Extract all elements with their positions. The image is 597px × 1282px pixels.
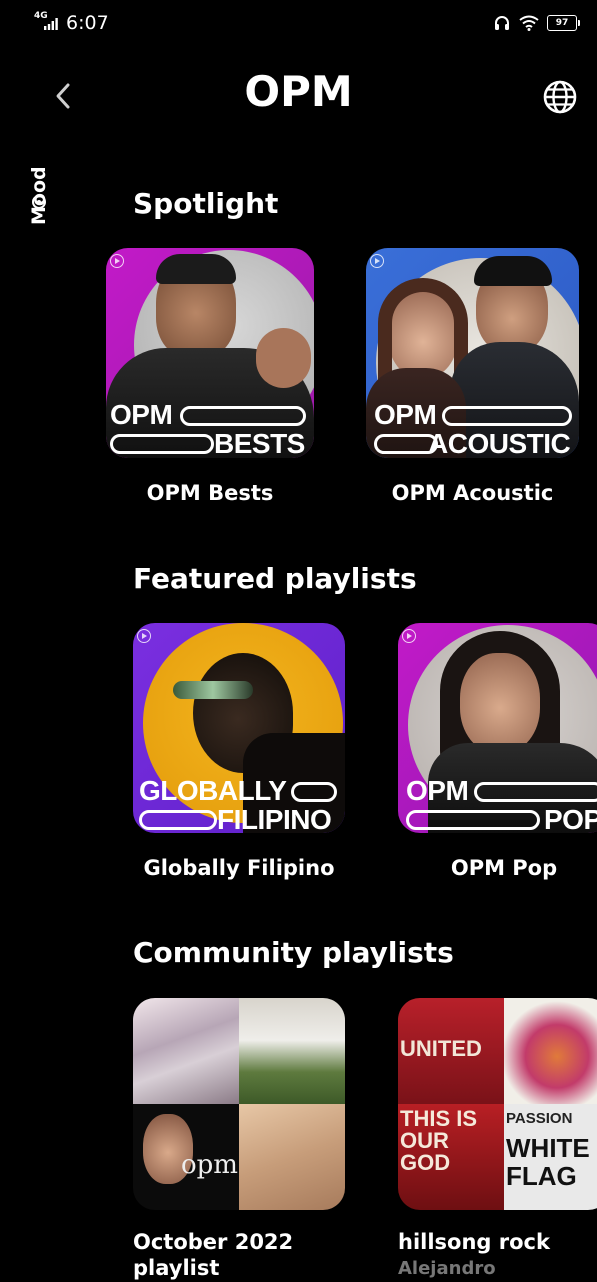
cover-pill: [110, 434, 214, 454]
play-badge-icon: [370, 254, 384, 268]
cover-text: UNITED: [400, 1036, 482, 1061]
headphones-icon: [495, 16, 509, 30]
play-badge-icon: [402, 629, 416, 643]
playlist-cover: OPM ACOUSTIC: [366, 248, 579, 458]
cover-text: OPM: [406, 775, 469, 806]
cover-tile: THIS IS OUR GOD: [398, 1104, 504, 1210]
playlist-cover: UNITED THIS IS OUR GOD PASSION WHITE FLA…: [398, 998, 597, 1210]
cover-pill: [406, 810, 540, 830]
cover-text: POP: [544, 804, 597, 834]
wifi-icon: [519, 15, 539, 31]
playlist-card-globally-filipino[interactable]: GLOBALLY FILIPINO Globally Filipino: [133, 623, 345, 891]
playlist-title: OPM Acoustic: [391, 481, 554, 505]
playlist-card-hillsong-rock[interactable]: UNITED THIS IS OUR GOD PASSION WHITE FLA…: [398, 998, 597, 1280]
cover-pill: [139, 810, 217, 830]
cover-text: THIS IS OUR GOD: [400, 1106, 478, 1175]
playlist-card-opm-pop[interactable]: OPM POP OPM Pop: [398, 623, 597, 891]
playlist-cover: OPM BESTS: [106, 248, 314, 458]
cover-tile: opm: [133, 1104, 239, 1210]
cover-tile: [504, 998, 597, 1104]
person-image: [460, 653, 540, 753]
status-icons: 97: [493, 12, 580, 34]
cover-text: OPM: [110, 399, 173, 430]
cover-tile: [239, 998, 345, 1104]
cover-tile: [239, 1104, 345, 1210]
globe-icon: [543, 80, 577, 114]
play-badge-icon: [137, 629, 151, 643]
language-button[interactable]: [540, 78, 580, 116]
playlist-cover: opm: [133, 998, 345, 1210]
sunglasses-image: [173, 681, 253, 699]
cover-text: GLOBALLY: [139, 775, 287, 806]
section-title-featured: Featured playlists: [133, 562, 417, 595]
playlist-title: Globally Filipino: [143, 856, 335, 880]
playlist-title: OPM Pop: [450, 856, 558, 880]
tab-mood[interactable]: Mood: [24, 166, 84, 240]
playlist-card-october-2022[interactable]: opm October 2022 playlist: [133, 998, 345, 1280]
play-badge-icon: [110, 254, 124, 268]
cover-text: PASSION: [506, 1110, 573, 1127]
cover-text: ACOUSTIC: [428, 428, 571, 459]
cover-pill: [180, 406, 306, 426]
battery-indicator: 97: [547, 15, 580, 31]
cover-text: OPM: [374, 399, 437, 430]
cover-tile: UNITED: [398, 998, 504, 1104]
playlist-cover: GLOBALLY FILIPINO: [133, 623, 345, 833]
playlist-title: hillsong rock: [398, 1230, 550, 1254]
section-title-spotlight: Spotlight: [133, 187, 279, 220]
cover-text: BESTS: [214, 428, 305, 459]
cover-pill: [474, 782, 597, 802]
playlist-title: OPM Bests: [146, 481, 274, 505]
playlist-card-opm-acoustic[interactable]: OPM ACOUSTIC OPM Acoustic: [366, 248, 579, 516]
tab-mood-label: Mood: [28, 166, 50, 225]
page-title: OPM: [244, 67, 353, 116]
cover-tile: [133, 998, 239, 1104]
cover-pill: [291, 782, 337, 802]
status-bar: 4G 6:07 97: [0, 0, 597, 44]
section-title-community: Community playlists: [133, 936, 454, 969]
cover-text: opm: [181, 1150, 238, 1180]
playlist-card-opm-bests[interactable]: OPM BESTS OPM Bests: [106, 248, 314, 516]
playlist-title: October 2022 playlist: [133, 1230, 294, 1280]
playlist-owner: Alejandro: [398, 1258, 496, 1279]
signal-icon: [44, 18, 58, 30]
cover-tile: PASSION WHITE FLAG: [504, 1104, 597, 1210]
cover-pill: [442, 406, 572, 426]
clock: 6:07: [66, 12, 109, 34]
cover-text: WHITE FLAG: [506, 1133, 590, 1191]
playlist-cover: OPM POP: [398, 623, 597, 833]
cover-text: FILIPINO: [217, 804, 332, 834]
